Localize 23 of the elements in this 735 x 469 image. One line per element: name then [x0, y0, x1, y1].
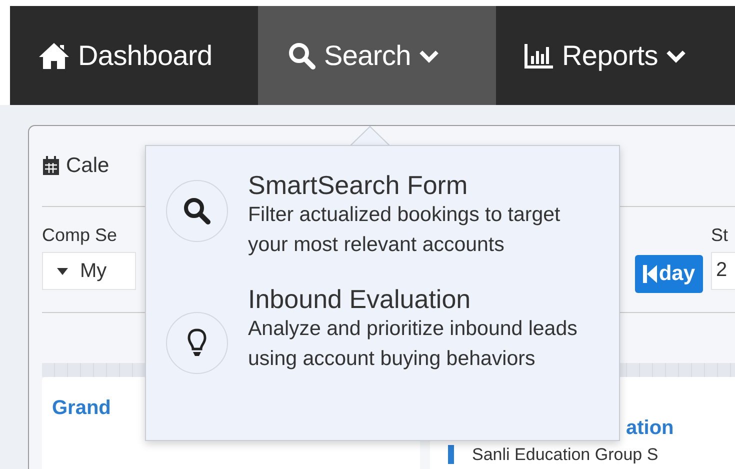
search-icon	[183, 197, 211, 225]
card-title: Grand	[52, 397, 111, 419]
menu-item-title[interactable]: Inbound Evaluation	[248, 284, 593, 314]
search-icon	[288, 42, 316, 70]
menu-item-description: Filter actualized bookings to target your most relevant accounts	[248, 202, 562, 258]
day-button[interactable]: day	[634, 255, 703, 293]
calendar-icon	[42, 156, 60, 176]
nav-tab[interactable]: Search	[258, 6, 496, 105]
nav-tab[interactable]: Reports	[496, 6, 735, 105]
bar-chart-icon	[524, 42, 554, 68]
menu-item-description: Analyze and prioritize inbound leads using account buying behaviors	[248, 316, 578, 372]
caret-down-icon	[57, 268, 68, 274]
skip-back-icon	[642, 265, 657, 283]
panel-title: Cale	[66, 154, 110, 178]
home-icon	[38, 42, 70, 70]
menu-item-title[interactable]: SmartSearch Form	[248, 170, 593, 200]
date-field[interactable]: 2	[711, 252, 735, 290]
select-field[interactable]: My	[42, 252, 136, 290]
field-label: St	[711, 225, 730, 246]
lightbulb-icon	[187, 328, 207, 358]
field-label: Comp Se	[42, 225, 118, 246]
nav-tab[interactable]: Dashboard	[10, 6, 258, 105]
card-title: ation	[626, 416, 675, 440]
